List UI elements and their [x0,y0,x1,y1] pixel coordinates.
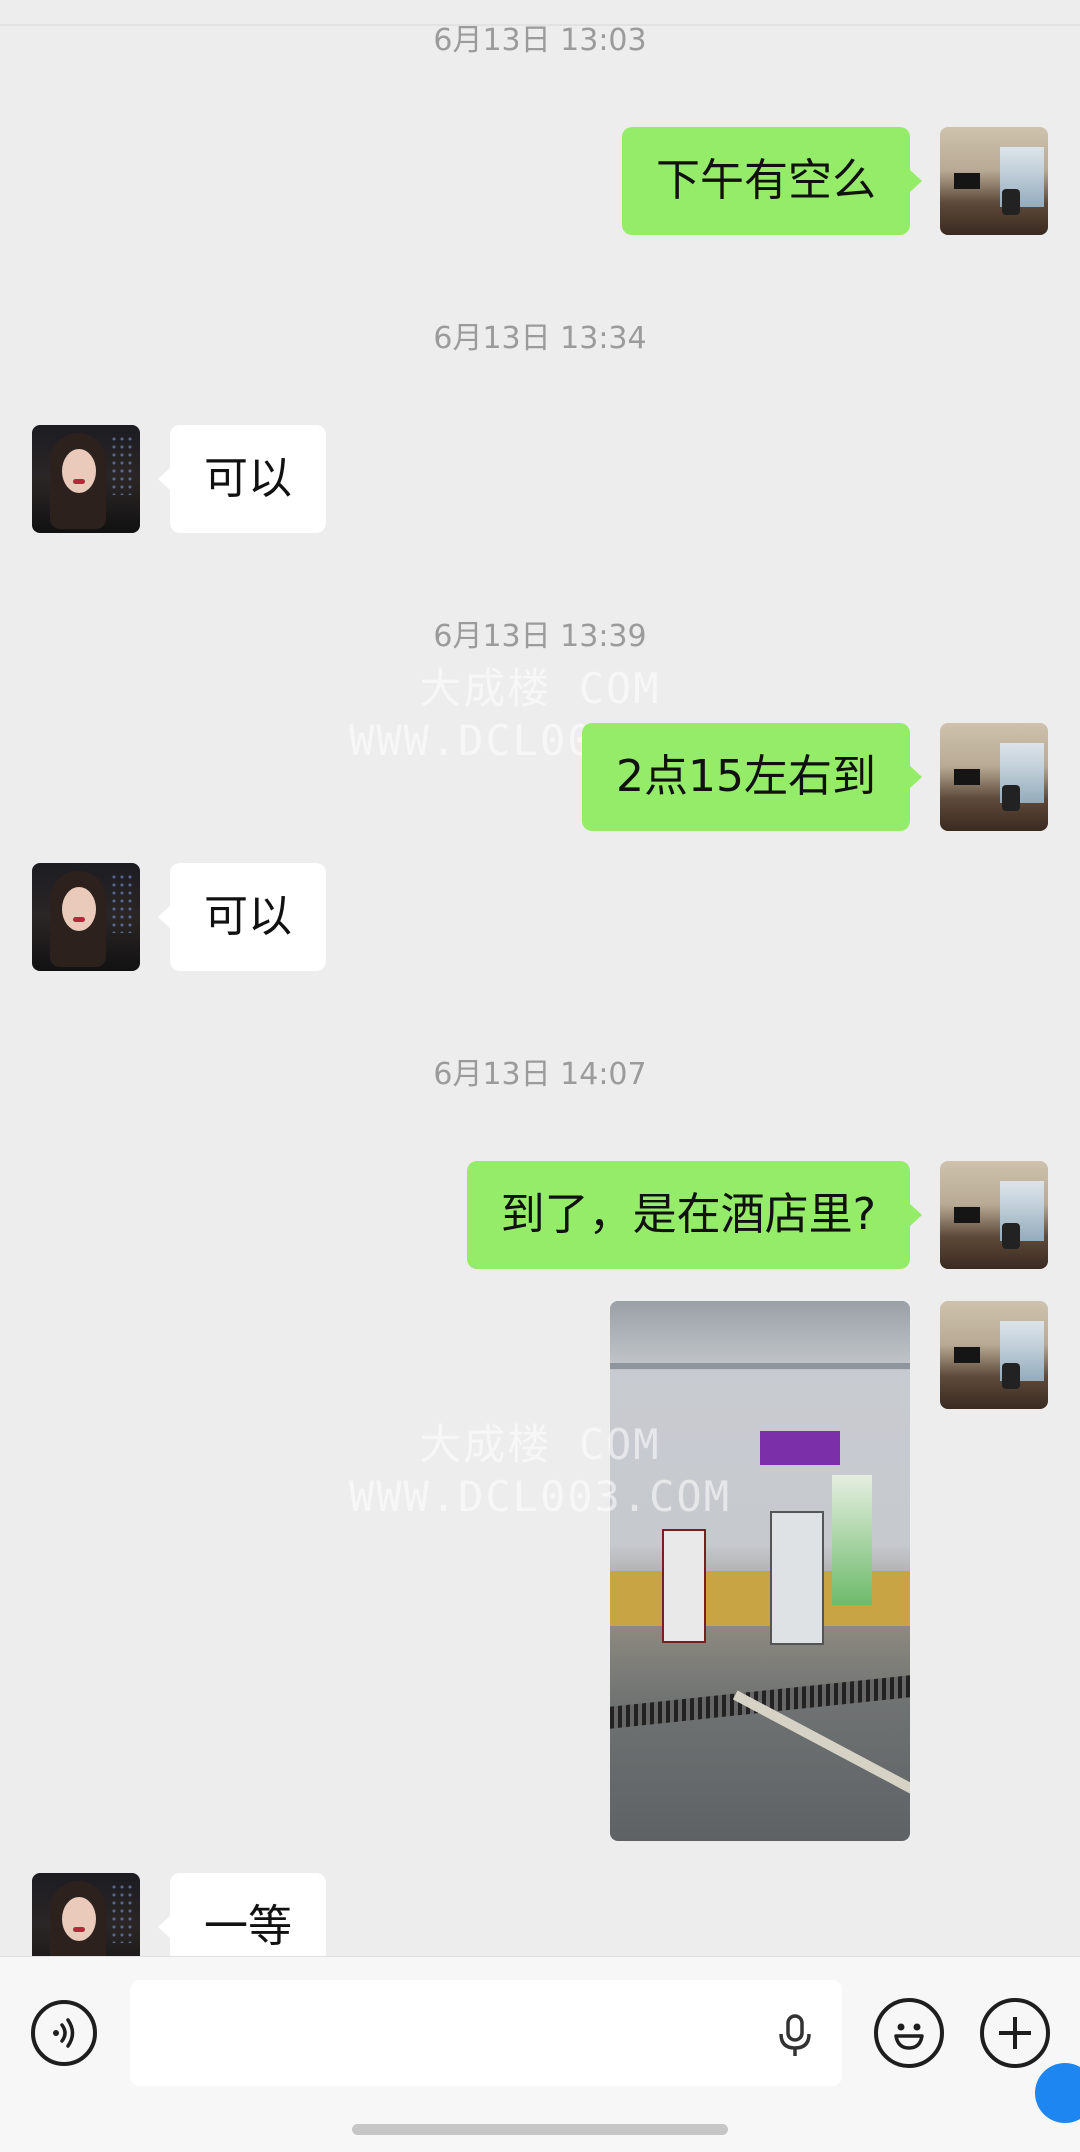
watermark-line1: 大成楼 COM [419,664,661,713]
self-avatar[interactable] [940,1301,1048,1409]
timestamp: 6月13日 13:34 [433,321,647,356]
watermark-line2: WWW.DCL003.COM [348,716,731,765]
message-bubble-other[interactable]: 可以 [158,863,326,971]
watermark-line2: WWW.DCL003.COM [348,1472,731,1521]
contact-avatar[interactable] [32,863,140,971]
message-text: 可以 [204,453,292,504]
message-text: 下午有空么 [656,155,876,206]
timestamp: 6月13日 14:07 [433,1057,647,1092]
emoji-icon[interactable] [874,1998,944,2068]
plus-icon[interactable] [980,1998,1050,2068]
self-avatar[interactable] [940,1161,1048,1269]
self-avatar[interactable] [940,127,1048,235]
watermark-line1: 大成楼 COM [419,1420,661,1469]
self-avatar[interactable] [940,723,1048,831]
message-text: 可以 [204,891,292,942]
message-image[interactable] [610,1301,910,1841]
microphone-icon[interactable] [770,2010,820,2060]
home-indicator[interactable] [352,2124,728,2135]
timestamp: 6月13日 13:39 [433,619,647,654]
contact-avatar[interactable] [32,425,140,533]
voice-icon[interactable] [31,2000,97,2066]
message-bubble-self[interactable]: 到了，是在酒店里? [466,1161,923,1269]
message-text: 一等 [204,1901,292,1952]
message-bubble-self[interactable]: 2点15左右到 [582,723,922,831]
timestamp: 6月13日 13:03 [433,23,647,58]
message-text: 到了，是在酒店里? [500,1189,876,1240]
message-input[interactable] [130,1980,842,2086]
message-bubble-self[interactable]: 下午有空么 [622,127,922,235]
message-text: 2点15左右到 [616,751,876,802]
message-bubble-other[interactable]: 可以 [158,425,326,533]
